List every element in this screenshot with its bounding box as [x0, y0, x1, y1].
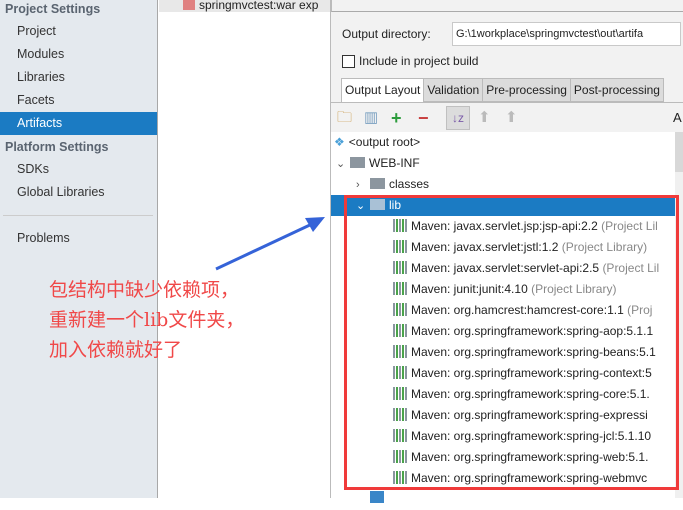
note-line: 包结构中缺少依赖项，	[49, 279, 240, 301]
note-line: 加入依赖就好了	[49, 339, 183, 361]
arrow-shaft	[215, 222, 313, 271]
note-line: 重新建一个lib文件夹，	[49, 309, 245, 331]
annotation-note: 包结构中缺少依赖项， 重新建一个lib文件夹， 加入依赖就好了	[49, 275, 244, 365]
annotation-arrow	[215, 217, 325, 271]
